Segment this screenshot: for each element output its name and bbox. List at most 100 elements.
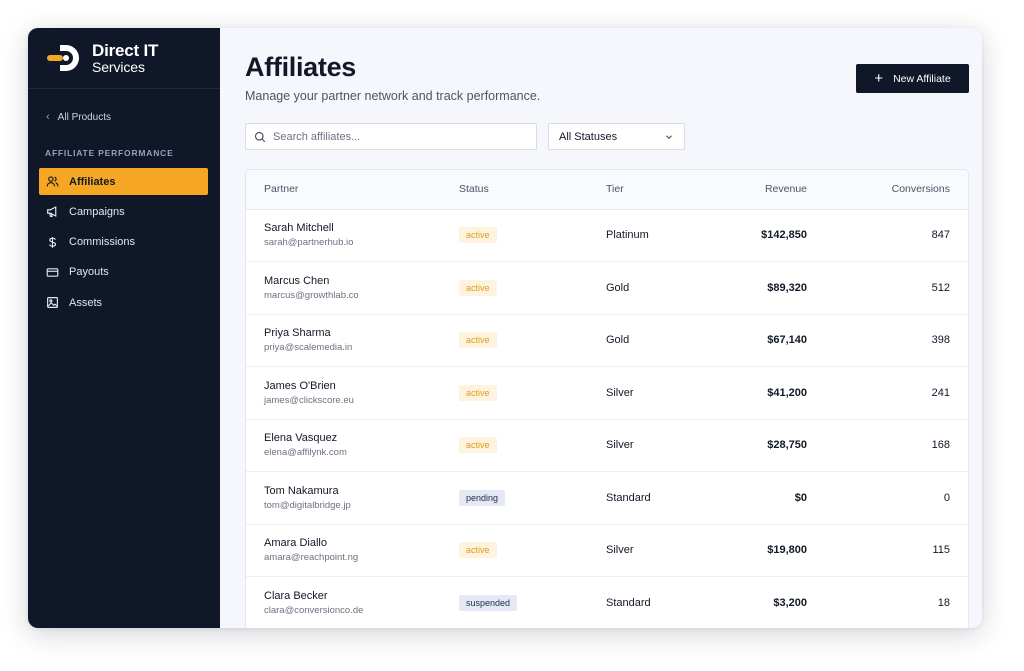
revenue-cell: $89,320	[767, 281, 807, 294]
conversions-cell: 512	[931, 281, 950, 294]
partner-name: Sarah Mitchell	[264, 222, 334, 235]
table-row[interactable]: Amara Diallo amara@reachpoint.ng active S…	[246, 524, 968, 577]
section-label: AFFILIATE PERFORMANCE	[45, 148, 174, 158]
table-row[interactable]: James O'Brien james@clickscore.eu active …	[246, 367, 968, 419]
partner-name: Amara Diallo	[264, 537, 327, 550]
partner-email: tom@digitalbridge.jp	[264, 499, 351, 511]
column-header-status[interactable]: Status	[459, 170, 606, 210]
table-row[interactable]: Clara Becker clara@conversionco.de suspen…	[246, 577, 968, 629]
users-icon	[46, 176, 59, 187]
status-badge: active	[459, 332, 497, 349]
app-window: Direct IT Services ‹ All Products AFFILI…	[28, 28, 982, 628]
partner-email: james@clickscore.eu	[264, 394, 354, 406]
table-row[interactable]: Sarah Mitchell sarah@partnerhub.io active…	[246, 209, 968, 262]
tier-cell: Silver	[606, 544, 634, 557]
credit-card-icon	[46, 268, 59, 277]
status-filter-value: All Statuses	[559, 130, 618, 143]
search-box[interactable]	[245, 123, 537, 150]
revenue-cell: $0	[794, 491, 807, 504]
status-badge: pending	[459, 489, 506, 506]
sidebar-item-label: Campaigns	[69, 205, 125, 218]
column-header-tier[interactable]: Tier	[606, 170, 725, 210]
megaphone-icon	[47, 206, 57, 218]
new-affiliate-button[interactable]: + New Affiliate	[856, 64, 969, 93]
main-content: Affiliates Manage your partner network a…	[220, 28, 982, 628]
sidebar-divider	[28, 88, 220, 89]
brand-subtitle: Services	[92, 59, 145, 75]
status-filter-select[interactable]: All Statuses	[548, 123, 685, 150]
sidebar-item-assets[interactable]: Assets	[39, 289, 208, 316]
column-header-conversions[interactable]: Conversions	[807, 170, 968, 210]
conversions-cell: 18	[937, 596, 950, 609]
conversions-cell: 168	[931, 439, 950, 452]
sidebar-item-campaigns[interactable]: Campaigns	[39, 198, 208, 225]
sidebar-item-affiliates[interactable]: Affiliates	[39, 168, 208, 195]
tier-cell: Gold	[606, 334, 630, 347]
page-title: Affiliates	[245, 52, 357, 82]
status-badge: active	[459, 542, 497, 559]
all-products-label: All Products	[57, 111, 112, 123]
tier-cell: Silver	[606, 439, 634, 452]
table-row[interactable]: Elena Vasquez elena@affilynk.com active S…	[246, 419, 968, 472]
conversions-cell: 847	[931, 229, 950, 242]
brand-logo[interactable]: Direct IT Services	[44, 42, 158, 74]
conversions-cell: 241	[931, 386, 950, 399]
sidebar-item-payouts[interactable]: Payouts	[39, 259, 208, 286]
affiliates-table: Partner Status Tier Revenue Conversions …	[246, 170, 968, 628]
plus-icon: +	[874, 70, 884, 87]
partner-name: Marcus Chen	[264, 274, 330, 287]
status-badge: active	[459, 437, 497, 454]
conversions-cell: 0	[943, 491, 950, 504]
search-input[interactable]	[273, 130, 523, 143]
partner-email: elena@affilynk.com	[264, 447, 347, 459]
brand-name: Direct IT	[92, 41, 159, 60]
tier-cell: Silver	[606, 386, 634, 399]
partner-email: amara@reachpoint.ng	[264, 552, 359, 564]
status-badge: active	[459, 227, 497, 244]
table-row[interactable]: Marcus Chen marcus@growthlab.co active Go…	[246, 262, 968, 314]
partner-name: Priya Sharma	[264, 327, 331, 340]
partner-email: sarah@partnerhub.io	[264, 237, 354, 249]
sidebar-nav: Affiliates Campaigns Commissions Payouts	[39, 168, 208, 319]
revenue-cell: $142,850	[761, 229, 807, 242]
column-header-partner[interactable]: Partner	[246, 170, 459, 210]
partner-email: marcus@growthlab.co	[264, 289, 359, 301]
dollar-icon	[49, 236, 57, 248]
partner-email: priya@scalemedia.in	[264, 342, 353, 354]
all-products-link[interactable]: ‹ All Products	[46, 111, 111, 123]
revenue-cell: $67,140	[767, 334, 807, 347]
partner-name: James O'Brien	[264, 379, 336, 392]
status-badge: active	[459, 279, 497, 296]
revenue-cell: $41,200	[767, 386, 807, 399]
partner-name: Elena Vasquez	[264, 432, 338, 445]
partner-email: clara@conversionco.de	[264, 604, 364, 616]
revenue-cell: $28,750	[767, 439, 807, 452]
sidebar-item-label: Assets	[69, 296, 103, 309]
chevron-left-icon: ‹	[46, 111, 50, 123]
table-row[interactable]: Priya Sharma priya@scalemedia.in active G…	[246, 314, 968, 367]
logo-mark-icon	[47, 45, 79, 71]
new-affiliate-label: New Affiliate	[893, 72, 951, 85]
status-badge: suspended	[459, 594, 518, 611]
tier-cell: Standard	[606, 491, 651, 504]
sidebar-item-label: Payouts	[69, 266, 109, 279]
sidebar-item-commissions[interactable]: Commissions	[39, 229, 208, 256]
sidebar-item-label: Commissions	[69, 236, 136, 249]
tier-cell: Gold	[606, 281, 630, 294]
partner-name: Clara Becker	[264, 589, 328, 602]
tier-cell: Platinum	[606, 229, 649, 242]
conversions-cell: 115	[932, 544, 950, 557]
status-badge: active	[459, 384, 497, 401]
chevron-down-icon	[666, 134, 672, 139]
table-header-row: Partner Status Tier Revenue Conversions	[246, 170, 968, 210]
tier-cell: Standard	[606, 596, 651, 609]
revenue-cell: $19,800	[767, 544, 807, 557]
table-row[interactable]: Tom Nakamura tom@digitalbridge.jp pending…	[246, 472, 968, 524]
conversions-cell: 398	[931, 334, 950, 347]
image-icon	[47, 297, 58, 309]
partner-name: Tom Nakamura	[264, 484, 339, 497]
column-header-revenue[interactable]: Revenue	[725, 170, 807, 210]
page-subtitle: Manage your partner network and track pe…	[245, 89, 541, 103]
revenue-cell: $3,200	[773, 596, 807, 609]
search-icon	[254, 131, 266, 142]
